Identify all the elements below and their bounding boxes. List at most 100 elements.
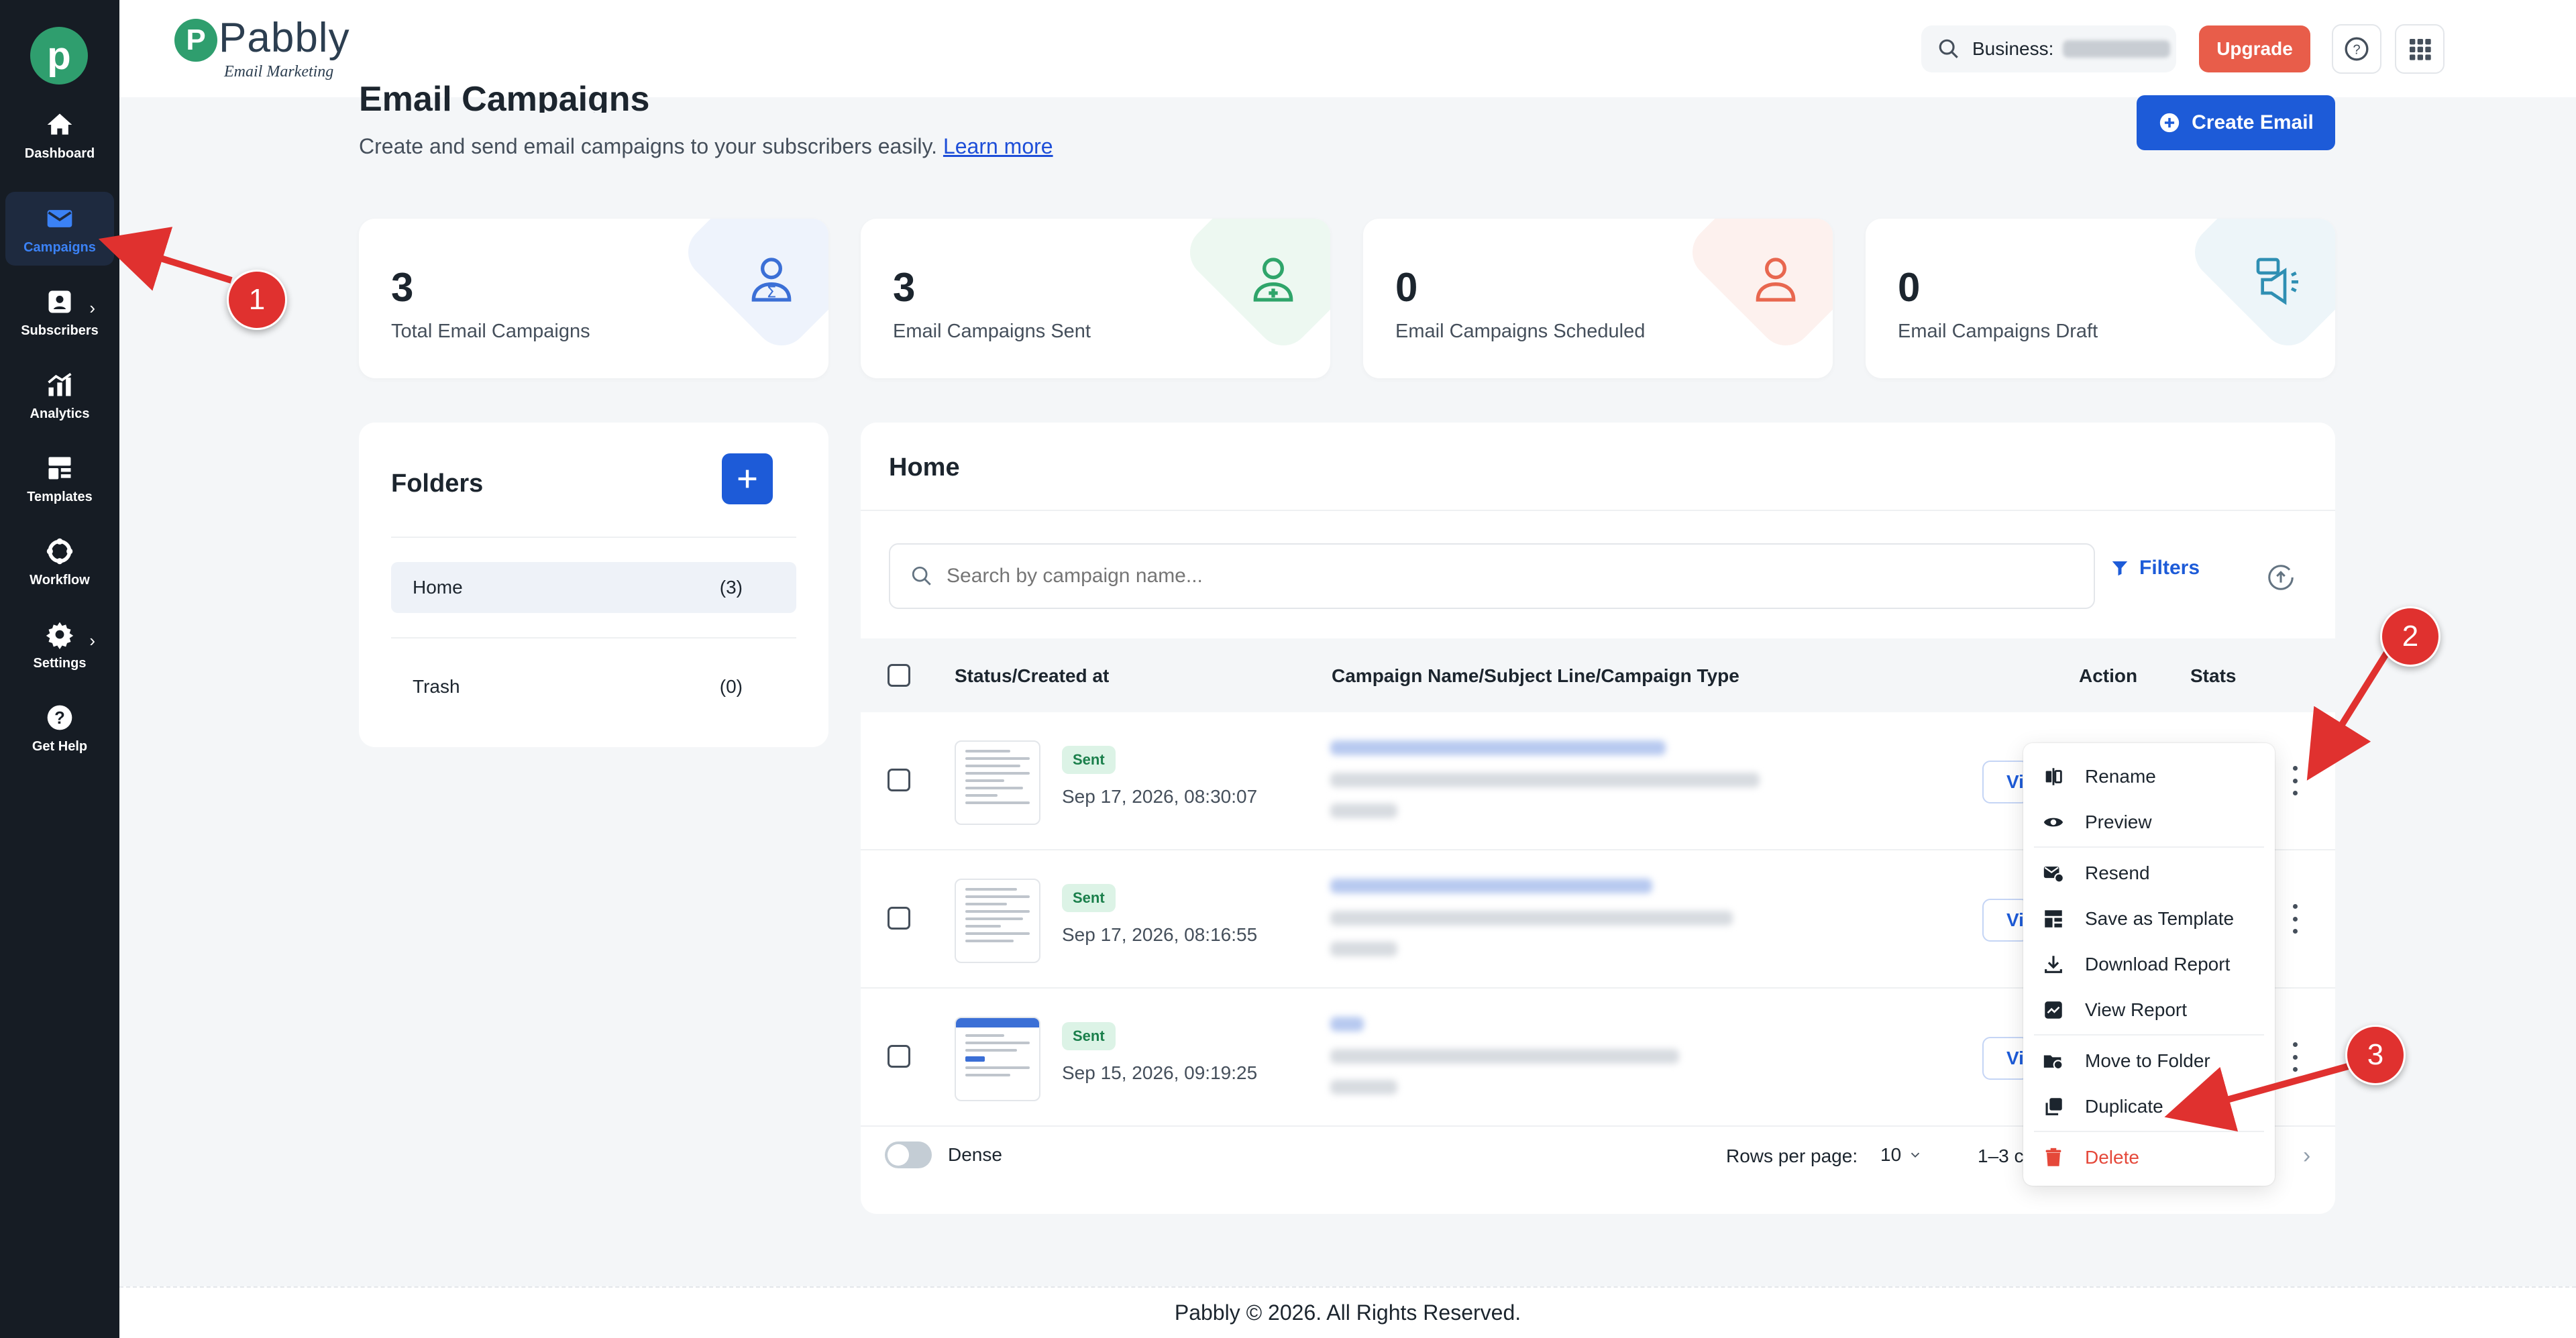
more-actions-button[interactable] xyxy=(2288,904,2302,934)
business-name-blurred xyxy=(2063,40,2171,58)
sidebar: p Dashboard Campaigns Subscribers › Anal… xyxy=(0,0,119,1338)
chevron-right-icon: › xyxy=(89,298,95,318)
pagination-info: 1–3 c xyxy=(1978,1146,2024,1166)
select-all-checkbox[interactable] xyxy=(888,664,910,687)
menu-item-save-as-template[interactable]: Save as Template xyxy=(2023,897,2275,940)
filter-icon xyxy=(2112,561,2128,576)
sidebar-item-analytics[interactable]: Analytics xyxy=(5,358,114,432)
trash-icon xyxy=(2041,1145,2066,1170)
report-icon xyxy=(2041,997,2066,1023)
search-input[interactable] xyxy=(947,565,2020,588)
mail-icon xyxy=(44,203,76,235)
more-actions-button[interactable] xyxy=(2288,766,2302,795)
add-folder-button[interactable] xyxy=(722,453,773,504)
menu-item-download-report[interactable]: Download Report xyxy=(2023,943,2275,986)
campaign-thumbnail xyxy=(955,740,1040,825)
template-icon xyxy=(2041,906,2066,932)
sidebar-item-workflow[interactable]: Workflow xyxy=(5,524,114,598)
page-footer: Pabbly © 2026. All Rights Reserved. xyxy=(119,1286,2576,1338)
annotation-marker-1: 1 xyxy=(227,270,287,330)
table-header: Status/Created at Campaign Name/Subject … xyxy=(861,638,2335,712)
plus-circle-icon xyxy=(2159,113,2180,133)
question-icon: ? xyxy=(2345,37,2369,61)
sidebar-item-templates[interactable]: Templates xyxy=(5,441,114,515)
campaign-name-blurred xyxy=(1330,879,1652,893)
learn-more-link[interactable]: Learn more xyxy=(943,134,1053,158)
refresh-button[interactable] xyxy=(2264,561,2298,594)
search-icon xyxy=(1939,39,1958,58)
view-button[interactable]: View xyxy=(1982,899,2029,942)
status-badge: Sent xyxy=(1062,1022,1116,1050)
sidebar-item-subscribers[interactable]: Subscribers › xyxy=(5,275,114,349)
row-actions-menu: Rename Preview Resend Save as Template D… xyxy=(2023,743,2275,1186)
home-icon xyxy=(44,109,76,141)
stat-card-scheduled: 0 Email Campaigns Scheduled xyxy=(1363,219,1833,378)
megaphone-icon xyxy=(2248,249,2308,310)
menu-item-preview[interactable]: Preview xyxy=(2023,801,2275,844)
menu-item-rename[interactable]: Rename xyxy=(2023,755,2275,798)
sidebar-item-get-help[interactable]: ? Get Help xyxy=(5,691,114,765)
brand-subtitle: Email Marketing xyxy=(224,63,334,80)
user-icon xyxy=(1746,249,1806,310)
more-actions-button[interactable] xyxy=(2288,1042,2302,1072)
brand-logo[interactable]: P Pabbly Email Marketing xyxy=(174,15,350,80)
analytics-icon xyxy=(44,369,76,401)
campaign-thumbnail xyxy=(955,879,1040,963)
upgrade-button[interactable]: Upgrade xyxy=(2199,25,2310,72)
menu-item-resend[interactable]: Resend xyxy=(2023,852,2275,895)
folders-title: Folders xyxy=(391,469,484,498)
rows-per-page-select[interactable]: 10 xyxy=(1880,1144,1923,1166)
stat-card-total: Σ 3 Total Email Campaigns xyxy=(359,219,828,378)
folder-item-home[interactable]: Home (3) xyxy=(391,562,796,613)
campaign-name-blurred xyxy=(1330,1017,1364,1032)
refresh-icon xyxy=(2268,565,2294,590)
eye-icon xyxy=(2041,810,2066,835)
user-add-icon xyxy=(1243,249,1303,310)
menu-item-delete[interactable]: Delete xyxy=(2023,1136,2275,1179)
sidebar-item-settings[interactable]: Settings › xyxy=(5,608,114,681)
chevron-right-icon: › xyxy=(89,630,95,651)
subscribers-icon xyxy=(44,286,76,318)
download-icon xyxy=(2041,952,2066,977)
stat-card-draft: 0 Email Campaigns Draft xyxy=(1866,219,2335,378)
view-button[interactable]: View xyxy=(1982,1037,2029,1080)
campaigns-panel-title: Home xyxy=(889,453,960,482)
move-folder-icon xyxy=(2041,1048,2066,1074)
folder-item-trash[interactable]: Trash (0) xyxy=(391,661,796,712)
svg-text:?: ? xyxy=(2353,43,2360,58)
row-checkbox[interactable] xyxy=(888,1045,910,1068)
help-button[interactable]: ? xyxy=(2332,24,2381,74)
user-sum-icon: Σ xyxy=(741,249,802,310)
created-at: Sep 17, 2026, 08:30:07 xyxy=(1062,786,1258,807)
page-title: Email Campaigns xyxy=(359,80,650,113)
annotation-marker-3: 3 xyxy=(2345,1025,2406,1085)
next-page-icon[interactable]: › xyxy=(2303,1143,2310,1169)
page-subtitle: Create and send email campaigns to your … xyxy=(359,134,1053,158)
row-checkbox[interactable] xyxy=(888,769,910,791)
status-badge: Sent xyxy=(1062,746,1116,774)
campaign-thumbnail xyxy=(955,1017,1040,1101)
svg-text:?: ? xyxy=(54,709,65,728)
duplicate-icon xyxy=(2041,1094,2066,1119)
brand-name: Pabbly xyxy=(219,15,350,61)
view-button[interactable]: View xyxy=(1982,761,2029,803)
sidebar-item-dashboard[interactable]: Dashboard xyxy=(5,98,114,172)
dense-toggle[interactable] xyxy=(885,1141,932,1168)
sidebar-item-campaigns[interactable]: Campaigns xyxy=(5,192,114,266)
campaign-name-blurred xyxy=(1330,740,1666,755)
apps-button[interactable] xyxy=(2395,24,2445,74)
created-at: Sep 15, 2026, 09:19:25 xyxy=(1062,1062,1258,1083)
create-email-button[interactable]: Create Email xyxy=(2137,95,2335,150)
search-icon xyxy=(912,566,931,586)
menu-item-view-report[interactable]: View Report xyxy=(2023,989,2275,1032)
menu-item-move-to-folder[interactable]: Move to Folder xyxy=(2023,1040,2275,1082)
status-badge: Sent xyxy=(1062,884,1116,912)
search-bar xyxy=(889,543,2095,609)
annotation-marker-2: 2 xyxy=(2380,606,2440,667)
svg-text:Σ: Σ xyxy=(767,283,777,302)
app-logo[interactable]: p xyxy=(30,27,88,85)
row-checkbox[interactable] xyxy=(888,907,910,930)
menu-item-duplicate[interactable]: Duplicate xyxy=(2023,1085,2275,1128)
business-selector[interactable]: Business: xyxy=(1921,25,2176,72)
filters-button[interactable]: Filters xyxy=(2110,557,2200,579)
